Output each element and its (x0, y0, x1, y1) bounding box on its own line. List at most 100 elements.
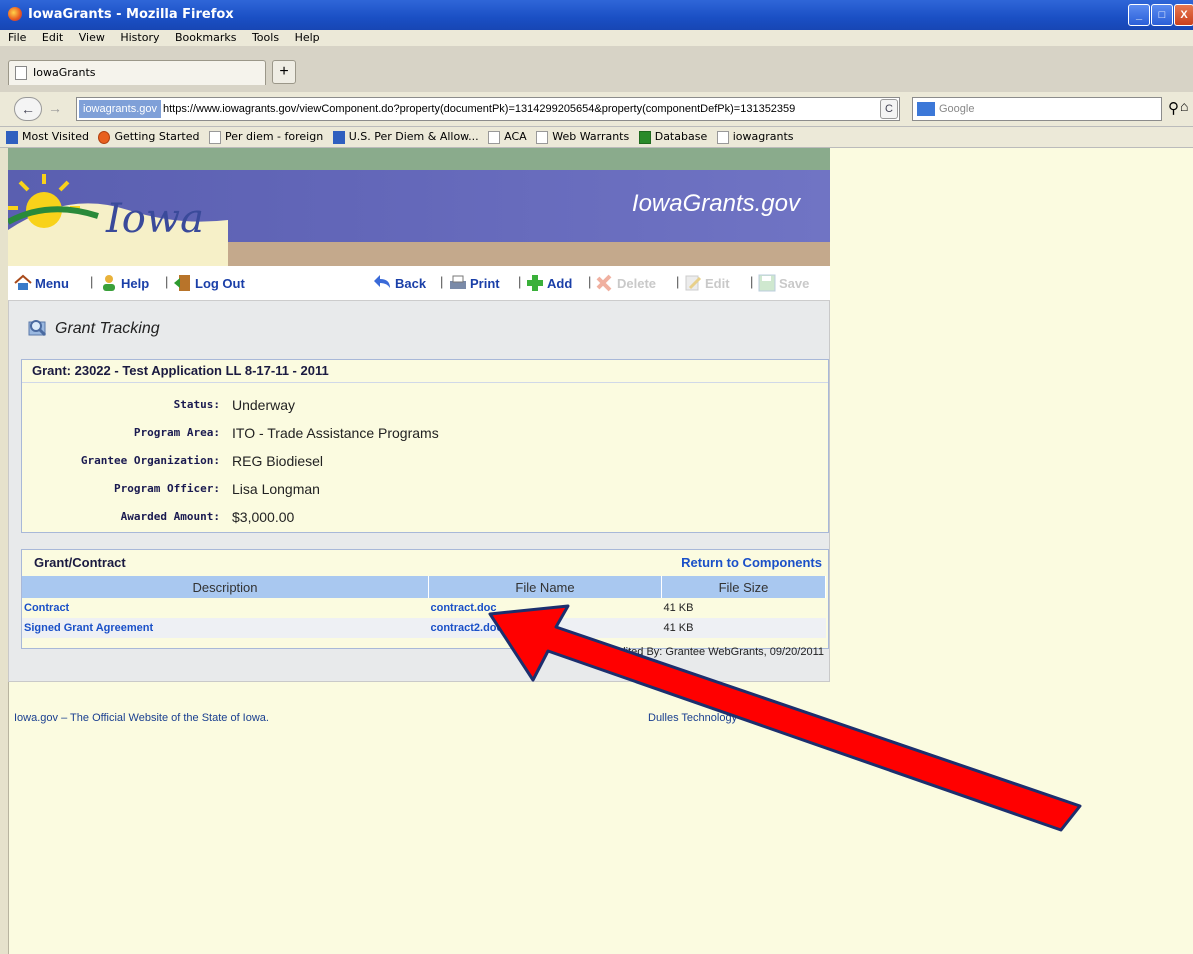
minimize-button[interactable]: _ (1128, 4, 1150, 26)
save-button[interactable]: Save (758, 274, 809, 292)
col-file-size[interactable]: File Size (661, 576, 826, 598)
add-button[interactable]: Add (526, 274, 572, 292)
search-placeholder: Google (939, 103, 975, 115)
detail-row-officer: Program Officer: Lisa Longman (22, 476, 828, 502)
maximize-button[interactable]: □ (1151, 4, 1173, 26)
footer-dulles-link[interactable]: Dulles Technology (648, 712, 737, 724)
detail-row-program-area: Program Area: ITO - Trade Assistance Prog… (22, 420, 828, 446)
menu-tools[interactable]: Tools (252, 30, 279, 46)
floppy-disk-icon (758, 274, 776, 292)
bookmark-aca[interactable]: ACA (488, 127, 527, 147)
back-page-button[interactable]: Back (374, 274, 426, 292)
edit-button[interactable]: Edit (684, 274, 730, 292)
reload-button[interactable]: C (880, 99, 898, 119)
separator: | (676, 274, 680, 289)
print-button[interactable]: Print (449, 274, 500, 292)
menu-help[interactable]: Help (295, 30, 320, 46)
home-icon[interactable]: ⌂ (1180, 98, 1188, 114)
firefox-icon (98, 130, 111, 144)
new-tab-button[interactable]: + (272, 60, 296, 84)
file-size: 41 KB (661, 618, 826, 638)
grant-header: Grant: 23022 - Test Application LL 8-17-… (22, 360, 828, 383)
separator: | (90, 274, 94, 289)
tab-iowagrants[interactable]: IowaGrants (8, 60, 266, 85)
footer-iowa-gov-link[interactable]: Iowa.gov – The Official Website of the S… (14, 712, 269, 724)
url-bar[interactable]: iowagrants.gov https://www.iowagrants.gov… (76, 97, 900, 121)
bookmark-web-warrants[interactable]: Web Warrants (536, 127, 629, 147)
menu-edit[interactable]: Edit (42, 30, 63, 46)
grant-details-panel: Grant: 23022 - Test Application LL 8-17-… (21, 359, 829, 533)
tab-bar: IowaGrants + (0, 46, 1193, 92)
back-button[interactable]: ← (14, 97, 42, 121)
file-name-link[interactable]: contract2.doc (428, 618, 662, 638)
bookmark-label: Database (654, 130, 708, 143)
field-value: Lisa Longman (232, 481, 320, 497)
field-label: Status: (173, 398, 220, 411)
firefox-icon (8, 7, 22, 21)
main-content: Grant Tracking Grant: 23022 - Test Appli… (8, 301, 830, 682)
description-link[interactable]: Contract (22, 598, 429, 618)
bookmark-per-diem-foreign[interactable]: Per diem - foreign (209, 127, 323, 147)
iowa-logo[interactable]: Iowa (6, 170, 228, 272)
separator: | (518, 274, 522, 289)
delete-x-icon (596, 274, 612, 292)
delete-button[interactable]: Delete (596, 274, 656, 292)
bookmark-most-visited[interactable]: Most Visited (6, 127, 89, 147)
bookmark-label: U.S. Per Diem & Allow... (348, 130, 479, 143)
bookmark-label: Per diem - foreign (225, 130, 324, 143)
web-page: Iowa IowaGrants.gov Menu | Help | Log Ou… (6, 148, 830, 682)
description-link[interactable]: Signed Grant Agreement (22, 618, 429, 638)
bookmark-iowagrants[interactable]: iowagrants (716, 127, 794, 147)
field-label: Program Officer: (114, 482, 220, 495)
bookmark-getting-started[interactable]: Getting Started (98, 127, 200, 147)
page-icon (488, 130, 501, 144)
search-input[interactable]: Google (912, 97, 1162, 121)
table-row: Signed Grant Agreement contract2.doc 41 … (22, 618, 826, 638)
field-label: Grantee Organization: (80, 454, 220, 467)
menu-view[interactable]: View (79, 30, 105, 46)
bookmark-database[interactable]: Database (638, 127, 708, 147)
site-identity-badge[interactable]: iowagrants.gov (79, 100, 161, 118)
separator: | (588, 274, 592, 289)
save-label: Save (779, 276, 810, 291)
magnifier-folder-icon (28, 320, 47, 337)
site-title: IowaGrants.gov (631, 190, 800, 217)
bookmark-us-per-diem[interactable]: U.S. Per Diem & Allow... (332, 127, 479, 147)
tab-label: IowaGrants (33, 66, 96, 79)
window-titlebar: IowaGrants - Mozilla Firefox _ □ X (0, 0, 1193, 30)
menu-bookmarks[interactable]: Bookmarks (175, 30, 236, 46)
menu-history[interactable]: History (120, 30, 159, 46)
field-value: Underway (232, 397, 296, 413)
gsa-icon (332, 130, 345, 144)
pencil-icon (685, 275, 702, 291)
last-edited-note: Last Edited By: Grantee WebGrants, 09/20… (588, 646, 824, 658)
logout-button[interactable]: Log Out (174, 274, 245, 292)
help-button[interactable]: Help (100, 274, 149, 292)
page-icon (536, 130, 549, 144)
separator: | (440, 274, 444, 289)
navigation-bar: ← → iowagrants.gov https://www.iowagrants… (0, 92, 1193, 127)
field-label: Program Area: (133, 426, 220, 439)
bookmark-label: Web Warrants (552, 130, 630, 143)
forward-button[interactable]: → (44, 97, 66, 119)
search-icon[interactable]: ⚲ (1168, 99, 1179, 117)
menu-label: Menu (35, 276, 69, 291)
delete-label: Delete (617, 276, 657, 291)
col-file-name[interactable]: File Name (428, 576, 662, 598)
file-name-link[interactable]: contract.doc (429, 598, 662, 618)
separator: | (750, 274, 754, 289)
close-button[interactable]: X (1174, 4, 1193, 26)
menu-button[interactable]: Menu (14, 274, 69, 292)
plus-icon (527, 275, 543, 291)
bookmark-label: ACA (504, 130, 527, 143)
table-row: Contract contract.doc 41 KB (22, 598, 826, 618)
bookmarks-toolbar: Most Visited Getting Started Per diem - … (0, 127, 1193, 148)
page-icon (209, 130, 221, 144)
field-value: $3,000.00 (232, 509, 295, 525)
return-to-components-link[interactable]: Return to Components (681, 550, 822, 576)
field-label: Awarded Amount: (120, 510, 220, 523)
person-icon (103, 275, 115, 291)
col-description[interactable]: Description (22, 576, 429, 598)
menu-file[interactable]: File (8, 30, 26, 46)
most-visited-icon (6, 130, 18, 144)
